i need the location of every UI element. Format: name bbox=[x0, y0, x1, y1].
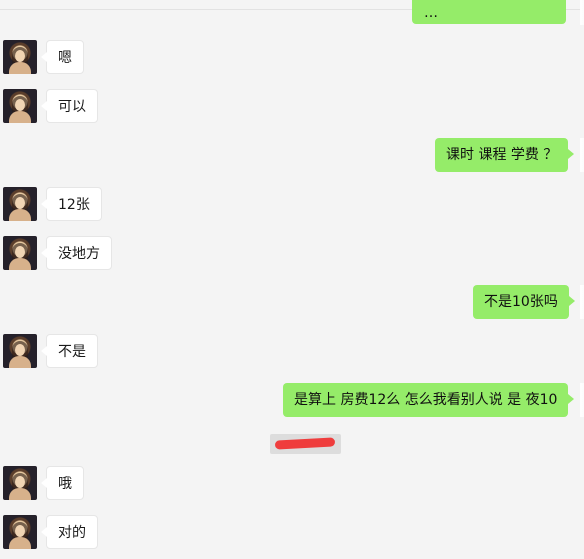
partial-message-text: … bbox=[424, 5, 438, 21]
redacted-system-message bbox=[270, 434, 341, 454]
contact-avatar[interactable] bbox=[3, 89, 37, 123]
self-avatar-edge bbox=[580, 0, 584, 25]
outgoing-message[interactable]: 课时 课程 学费 ？ bbox=[435, 138, 575, 172]
self-avatar-edge bbox=[580, 383, 584, 417]
incoming-message[interactable]: 不是 bbox=[41, 334, 98, 368]
chat-window: … 嗯 可以 课时 课程 学费 ？ 12张 没地方 不是10张吗 不是 是算上 … bbox=[0, 0, 584, 559]
self-avatar-edge bbox=[580, 138, 584, 172]
contact-avatar[interactable] bbox=[3, 40, 37, 74]
outgoing-message[interactable]: 是算上 房费12么 怎么我看别人说 是 夜10 bbox=[283, 383, 575, 417]
contact-avatar[interactable] bbox=[3, 236, 37, 270]
contact-avatar[interactable] bbox=[3, 466, 37, 500]
incoming-message[interactable]: 12张 bbox=[41, 187, 102, 221]
partial-message-bubble: … bbox=[412, 0, 566, 24]
incoming-message[interactable]: 没地方 bbox=[41, 236, 112, 270]
incoming-message[interactable]: 对的 bbox=[41, 515, 98, 549]
incoming-message[interactable]: 哦 bbox=[41, 466, 84, 500]
contact-avatar[interactable] bbox=[3, 515, 37, 549]
incoming-message[interactable]: 可以 bbox=[41, 89, 98, 123]
incoming-message[interactable]: 嗯 bbox=[41, 40, 84, 74]
outgoing-message[interactable]: 不是10张吗 bbox=[473, 285, 575, 319]
contact-avatar[interactable] bbox=[3, 334, 37, 368]
contact-avatar[interactable] bbox=[3, 187, 37, 221]
self-avatar-edge bbox=[580, 285, 584, 319]
